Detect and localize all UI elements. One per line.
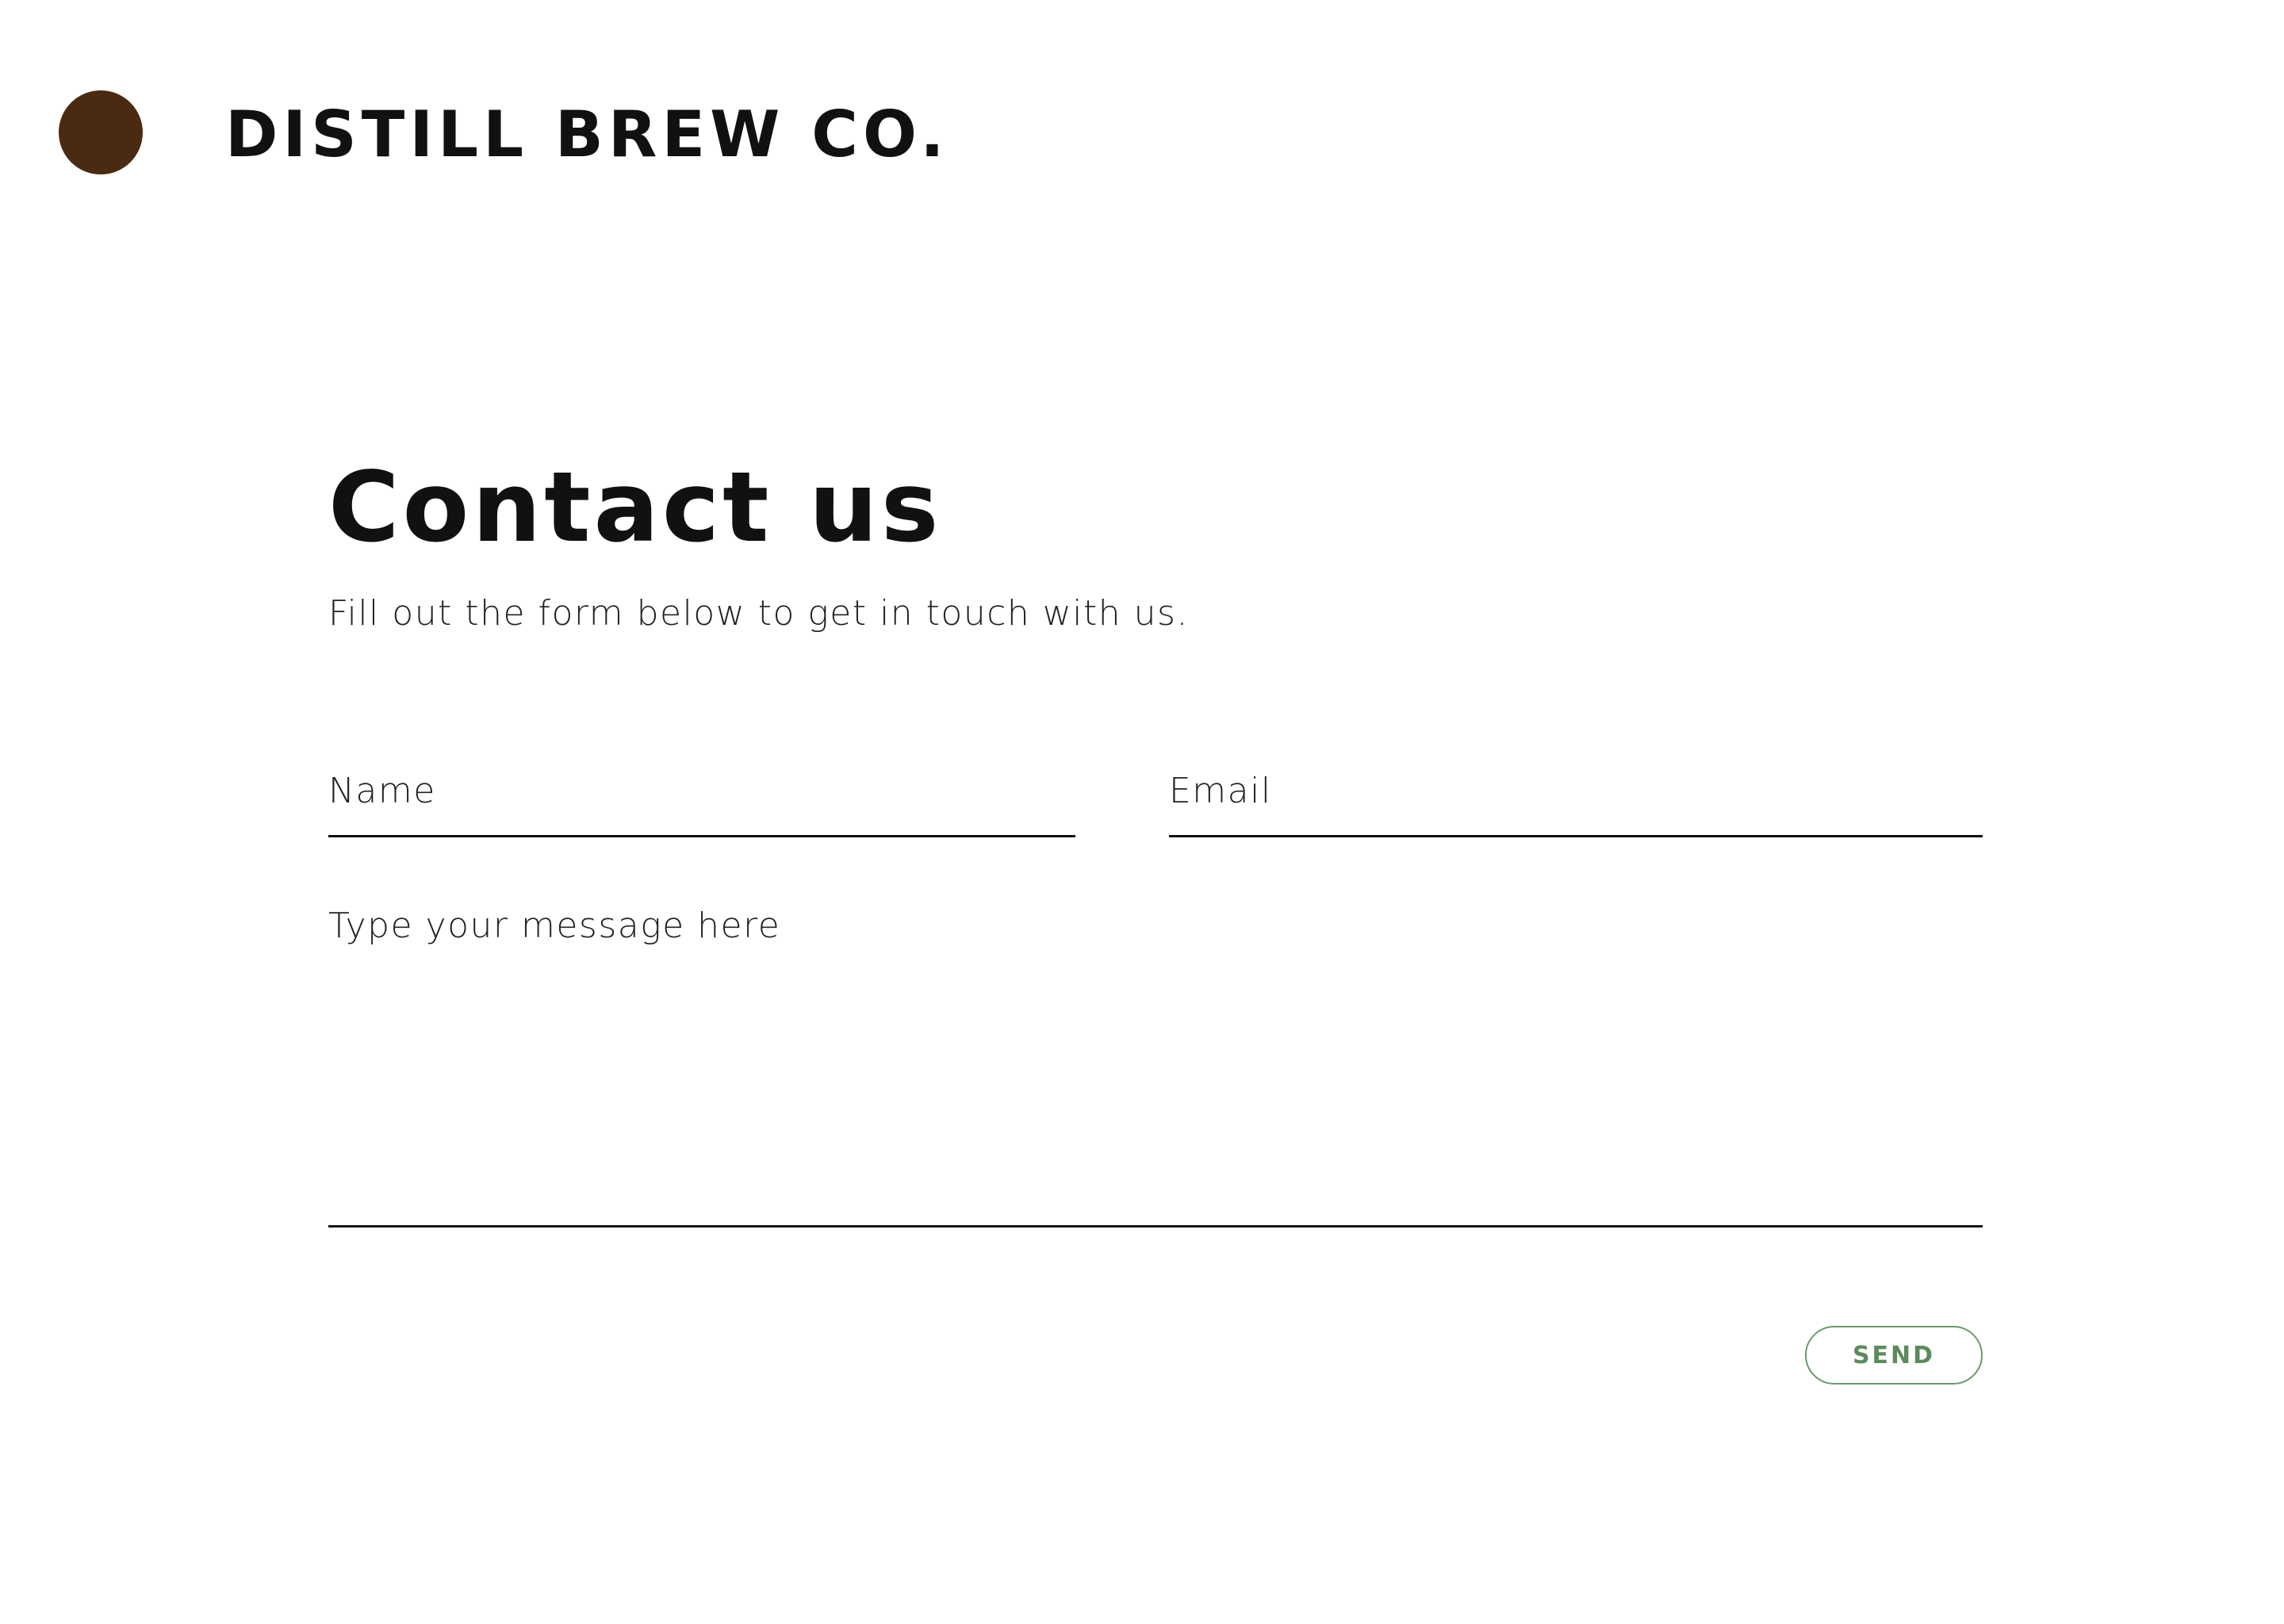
message-textarea[interactable]: [328, 902, 1983, 1228]
contact-section: Contact us Fill out the form below to ge…: [328, 444, 1983, 1385]
page-title: Contact us: [328, 451, 942, 564]
name-input[interactable]: [328, 761, 1075, 837]
brand-name[interactable]: DISTILL BREW CO.: [225, 95, 949, 174]
page-subtitle: Fill out the form below to get in touch …: [328, 593, 1189, 634]
brand-logo-circle[interactable]: [59, 90, 143, 174]
site-header: DISTILL BREW CO.: [0, 0, 2284, 270]
send-button[interactable]: SEND: [1805, 1326, 1983, 1385]
email-input[interactable]: [1169, 761, 1983, 837]
name-email-row: [328, 761, 1983, 837]
